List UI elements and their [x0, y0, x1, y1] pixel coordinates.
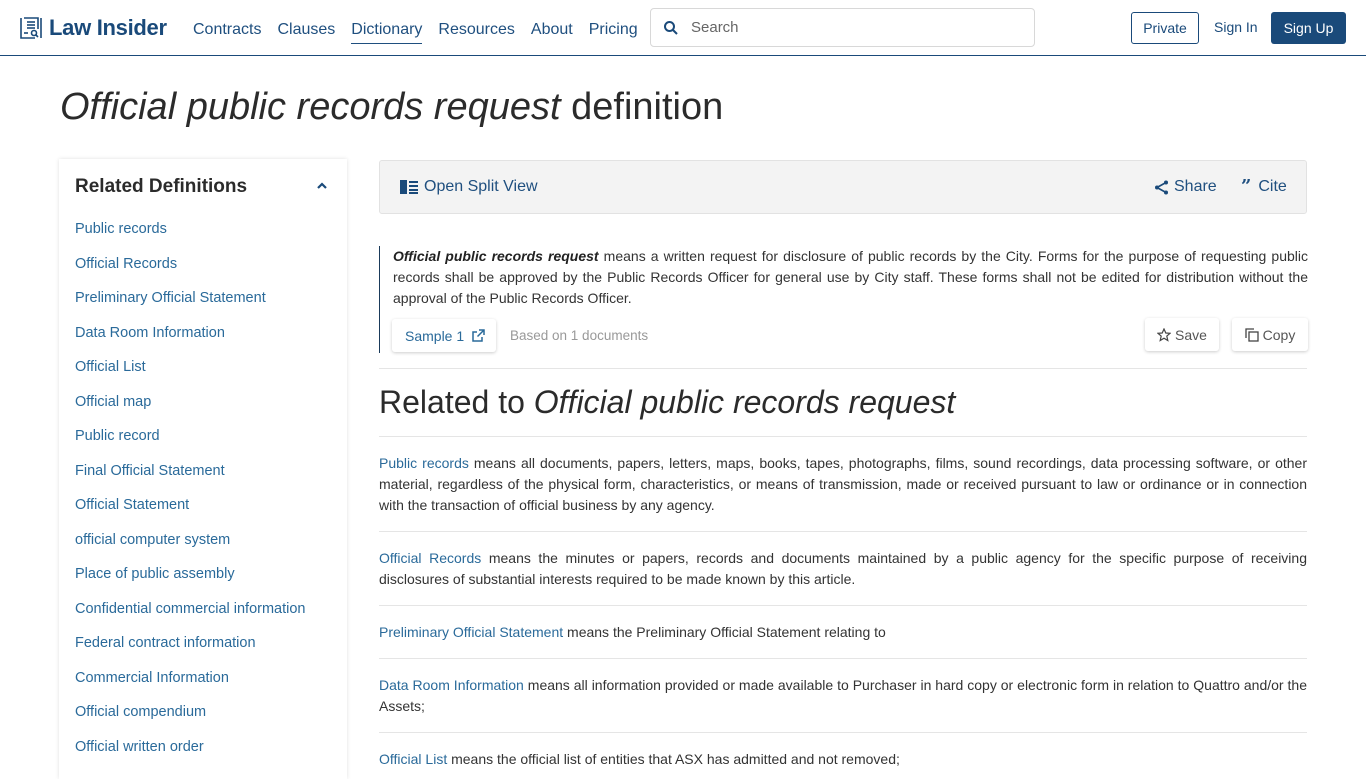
definition-text: Official public records request means a … — [393, 246, 1308, 309]
sidebar-item[interactable]: Official List — [75, 359, 306, 394]
sidebar-item[interactable]: Final Official Statement — [75, 463, 306, 498]
divider — [379, 732, 1307, 733]
page-title: Official public records request definiti… — [60, 86, 723, 129]
related-term-text: means all documents, papers, letters, ma… — [379, 455, 1307, 513]
main-nav: Contracts Clauses Dictionary Resources A… — [193, 19, 638, 44]
related-term-link[interactable]: Preliminary Official Statement — [379, 624, 563, 640]
quote-icon: ” — [1241, 176, 1252, 197]
sidebar-item[interactable]: Official map — [75, 394, 306, 429]
chevron-up-icon[interactable] — [315, 179, 329, 193]
definition-block: Official public records request means a … — [379, 246, 1308, 353]
related-term-link[interactable]: Official List — [379, 751, 447, 767]
related-term-link[interactable]: Public records — [379, 455, 469, 471]
share-label: Share — [1174, 178, 1217, 195]
related-heading-term: Official public records request — [533, 384, 956, 420]
sidebar-item[interactable]: Public records — [75, 221, 306, 256]
open-split-view-button[interactable]: Open Split View — [400, 178, 538, 196]
divider — [379, 368, 1307, 369]
external-link-icon — [472, 329, 485, 342]
related-item: Official List means the official list of… — [379, 749, 1307, 770]
divider — [379, 531, 1307, 532]
related-definitions-list: Public records Official Records Prelimin… — [75, 221, 306, 773]
related-term-link[interactable]: Official Records — [379, 550, 481, 566]
related-heading: Related to Official public records reque… — [379, 384, 955, 421]
sidebar-heading: Related Definitions — [75, 176, 248, 197]
page-title-term: Official public records request — [60, 86, 561, 128]
save-label: Save — [1175, 326, 1207, 343]
nav-dictionary[interactable]: Dictionary — [351, 19, 423, 44]
search-input[interactable] — [691, 19, 1011, 36]
logo-text: Law Insider — [49, 15, 167, 40]
search-icon — [664, 20, 678, 35]
related-term-text: means the Preliminary Official Statement… — [563, 624, 886, 640]
sidebar-item[interactable]: Official Statement — [75, 497, 306, 532]
definition-toolbar: Open Split View Share ” Cite — [379, 160, 1307, 214]
sign-in-link[interactable]: Sign In — [1214, 19, 1258, 35]
divider — [379, 658, 1307, 659]
copy-button[interactable]: Copy — [1232, 318, 1308, 351]
split-view-label: Open Split View — [424, 178, 538, 195]
related-definitions-sidebar: Related Definitions Public records Offic… — [59, 159, 347, 779]
sidebar-item[interactable]: official computer system — [75, 532, 306, 567]
nav-resources[interactable]: Resources — [438, 19, 514, 44]
nav-about[interactable]: About — [531, 19, 573, 44]
search-box[interactable] — [650, 8, 1035, 47]
share-button[interactable]: Share — [1154, 178, 1217, 196]
save-button[interactable]: Save — [1145, 318, 1219, 351]
related-heading-prefix: Related to — [379, 384, 525, 420]
logo-icon — [20, 17, 42, 39]
sidebar-item[interactable]: Data Room Information — [75, 325, 306, 360]
nav-contracts[interactable]: Contracts — [193, 19, 261, 44]
divider — [379, 605, 1307, 606]
sidebar-item[interactable]: Federal contract information — [75, 635, 306, 670]
related-item: Official Records means the minutes or pa… — [379, 548, 1307, 590]
private-button[interactable]: Private — [1131, 12, 1199, 44]
sidebar-item[interactable]: Public record — [75, 428, 306, 463]
related-item: Data Room Information means all informat… — [379, 675, 1307, 717]
split-view-icon — [400, 180, 418, 194]
cite-button[interactable]: ” Cite — [1241, 178, 1287, 196]
page-title-suffix: definition — [571, 86, 724, 128]
divider — [379, 436, 1307, 437]
logo[interactable]: Law Insider — [19, 15, 167, 41]
related-term-text: means the minutes or papers, records and… — [379, 550, 1307, 587]
sidebar-item[interactable]: Official Records — [75, 256, 306, 291]
based-on-count: Based on 1 documents — [510, 328, 649, 343]
copy-label: Copy — [1262, 326, 1296, 343]
nav-pricing[interactable]: Pricing — [589, 19, 638, 44]
sidebar-item[interactable]: Confidential commercial information — [75, 601, 306, 636]
related-item: Public records means all documents, pape… — [379, 453, 1307, 516]
related-item: Preliminary Official Statement means the… — [379, 622, 1307, 643]
sample-button[interactable]: Sample 1 — [392, 319, 496, 352]
cite-label: Cite — [1258, 178, 1287, 195]
related-term-text: means the official list of entities that… — [447, 751, 900, 767]
share-icon — [1155, 180, 1168, 194]
star-icon — [1157, 327, 1172, 342]
definition-term: Official public records request — [393, 248, 599, 264]
nav-clauses[interactable]: Clauses — [277, 19, 335, 44]
sample-label: Sample 1 — [405, 327, 465, 344]
sidebar-item[interactable]: Place of public assembly — [75, 566, 306, 601]
sidebar-item[interactable]: Official compendium — [75, 704, 306, 739]
sidebar-item[interactable]: Commercial Information — [75, 670, 306, 705]
top-navbar: Law Insider Contracts Clauses Dictionary… — [0, 0, 1366, 56]
sign-up-button[interactable]: Sign Up — [1271, 12, 1346, 44]
copy-icon — [1245, 327, 1259, 342]
related-term-link[interactable]: Data Room Information — [379, 677, 524, 693]
sidebar-item[interactable]: Preliminary Official Statement — [75, 290, 306, 325]
